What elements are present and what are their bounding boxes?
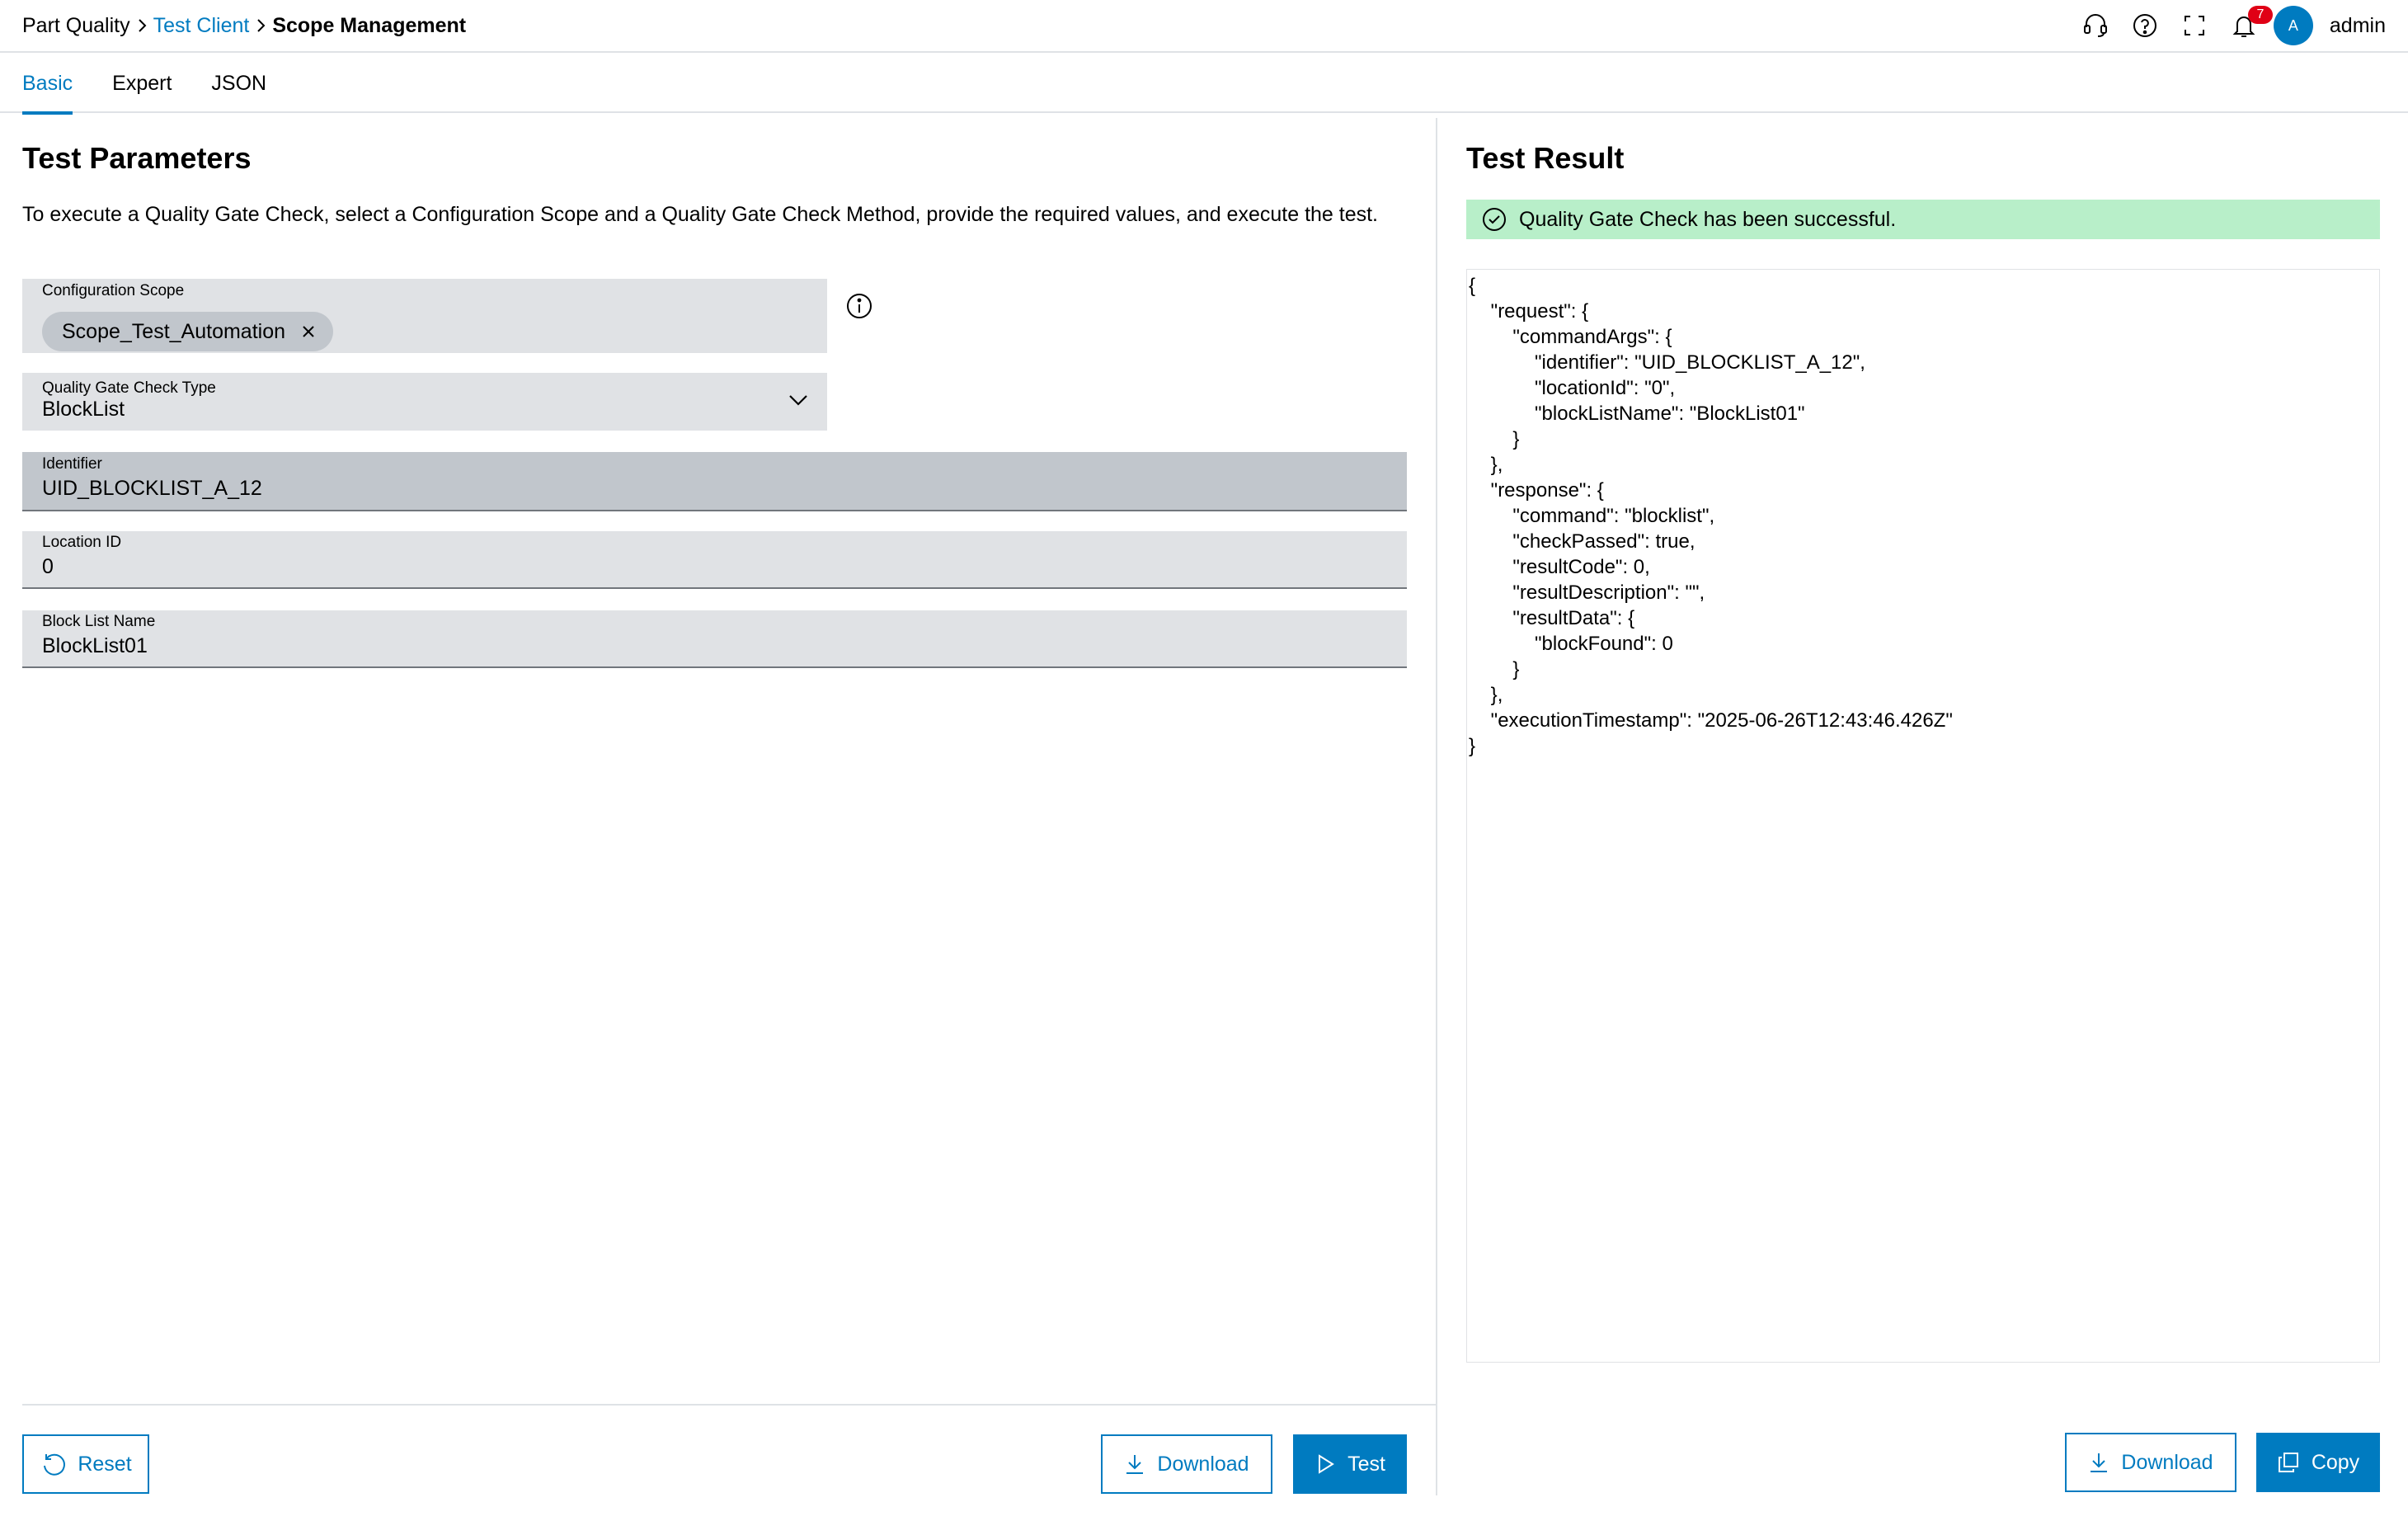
identifier-label: Identifier [42,455,102,473]
user-name[interactable]: admin [2330,14,2386,38]
json-result-text: { "request": { "commandArgs": { "identif… [1469,275,1953,757]
tab-basic[interactable]: Basic [22,54,73,115]
download-label: Download [1157,1452,1249,1476]
copy-icon [2277,1451,2300,1474]
help-icon[interactable] [2120,0,2170,52]
tab-json[interactable]: JSON [211,54,266,113]
copy-label: Copy [2311,1450,2360,1474]
configuration-scope-field[interactable]: Configuration Scope Scope_Test_Automatio… [22,279,827,353]
info-icon[interactable] [844,291,874,321]
scope-chip[interactable]: Scope_Test_Automation [42,312,334,351]
breadcrumb-root[interactable]: Part Quality [22,14,130,38]
download-button[interactable]: Download [1101,1434,1272,1494]
identifier-field[interactable]: Identifier UID_BLOCKLIST_A_12 [22,452,1407,511]
identifier-value[interactable]: UID_BLOCKLIST_A_12 [42,477,262,501]
headset-icon[interactable] [2071,0,2120,52]
app-header: Part Quality Test Client Scope Managemen… [0,0,2408,53]
json-result-viewer[interactable]: { "request": { "commandArgs": { "identif… [1466,269,2380,1363]
test-parameters-description: To execute a Quality Gate Check, select … [22,203,1379,226]
success-message: Quality Gate Check has been successful. [1519,207,1897,231]
close-icon[interactable] [300,323,317,340]
reset-button[interactable]: Reset [22,1434,149,1494]
header-actions: 7 A admin [2071,0,2386,52]
bell-icon[interactable]: 7 [2219,0,2273,52]
play-icon [1315,1453,1336,1476]
result-download-label: Download [2121,1450,2213,1474]
test-parameters-title: Test Parameters [22,141,252,175]
location-id-value[interactable]: 0 [42,555,54,579]
test-button[interactable]: Test [1293,1434,1407,1494]
check-circle-icon [1481,206,1507,233]
chevron-right-icon [130,17,153,34]
breadcrumb-parent[interactable]: Test Client [153,14,250,38]
breadcrumb-current: Scope Management [272,13,467,37]
chevron-right-icon [249,17,272,34]
panel-divider [1436,118,1437,1495]
success-notification: Quality Gate Check has been successful. [1466,200,2380,239]
chevron-down-icon[interactable] [788,393,809,412]
test-result-title: Test Result [1466,141,1625,175]
left-footer-divider [22,1404,1436,1406]
block-list-name-field[interactable]: Block List Name BlockList01 [22,610,1407,668]
check-type-label: Quality Gate Check Type [42,379,216,397]
scope-chip-label: Scope_Test_Automation [62,319,286,343]
configuration-scope-label: Configuration Scope [42,282,185,299]
location-id-label: Location ID [42,534,122,551]
download-icon [1124,1453,1145,1476]
block-list-name-value[interactable]: BlockList01 [42,634,148,658]
breadcrumb: Part Quality Test Client Scope Managemen… [22,14,466,38]
fullscreen-icon[interactable] [2170,0,2219,52]
block-list-name-label: Block List Name [42,613,156,630]
check-type-value: BlockList [42,398,125,421]
download-icon [2088,1451,2109,1474]
quality-gate-check-type-select[interactable]: Quality Gate Check Type BlockList [22,373,827,431]
tab-bar: Basic Expert JSON [0,54,2408,115]
reset-label: Reset [78,1452,132,1476]
reset-icon [40,1451,66,1477]
tab-expert[interactable]: Expert [112,54,172,113]
avatar[interactable]: A [2273,6,2313,45]
test-label: Test [1347,1452,1385,1476]
copy-button[interactable]: Copy [2256,1433,2380,1492]
result-download-button[interactable]: Download [2065,1433,2236,1492]
notification-badge: 7 [2247,6,2273,24]
location-id-field[interactable]: Location ID 0 [22,531,1407,589]
